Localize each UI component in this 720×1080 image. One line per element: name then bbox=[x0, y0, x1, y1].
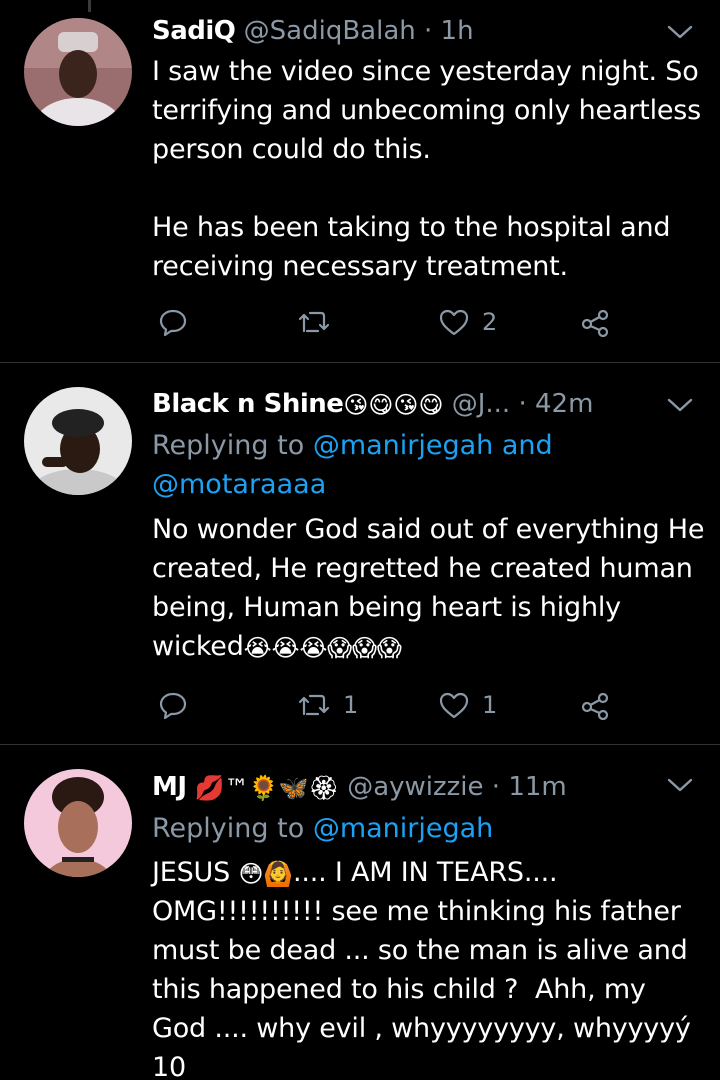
share-button[interactable] bbox=[580, 302, 610, 342]
user-handle[interactable]: @J... bbox=[452, 389, 510, 419]
like-count: 1 bbox=[482, 691, 498, 719]
tweet-text-line1: JESUS bbox=[152, 857, 239, 888]
chevron-down-icon[interactable] bbox=[666, 775, 694, 795]
display-name[interactable]: SadiQ bbox=[152, 16, 236, 46]
retweet-button[interactable]: 1 bbox=[297, 685, 358, 725]
avatar[interactable] bbox=[24, 18, 132, 126]
timeline-feed: SadiQ @SadiqBalah · 1h I saw the video s… bbox=[0, 0, 720, 1080]
retweet-icon bbox=[297, 690, 331, 720]
tweet-text-content: No wonder God said out of everything He … bbox=[152, 514, 705, 662]
action-bar: 1 1 bbox=[152, 685, 632, 725]
share-icon bbox=[580, 307, 610, 337]
tweet-header: Black n Shine😘😋😘😋 @J... · 42m bbox=[152, 387, 690, 421]
name-emoji: 💋™🌻🦋🏵 bbox=[194, 773, 339, 802]
tweet-text-rest: OMG!!!!!!!!!! see me thinking his father… bbox=[152, 896, 691, 1080]
timestamp[interactable]: 42m bbox=[535, 389, 593, 419]
chevron-down-icon[interactable] bbox=[666, 22, 694, 42]
replying-to: Replying to @manirjegah and @motaraaaa bbox=[152, 426, 672, 504]
chevron-down-icon[interactable] bbox=[666, 395, 694, 415]
retweet-icon bbox=[297, 307, 331, 337]
display-name[interactable]: Black n Shine bbox=[152, 389, 344, 419]
display-name[interactable]: MJ bbox=[152, 772, 187, 802]
body-emoji: 😭😭😭😱😱😱 bbox=[243, 633, 402, 662]
separator-dot: · bbox=[518, 389, 527, 419]
reply-button[interactable] bbox=[158, 302, 200, 342]
tweet-header: MJ 💋™🌻🦋🏵 @aywizzie · 11m bbox=[152, 770, 690, 804]
replying-to-label: Replying to bbox=[152, 813, 305, 844]
user-handle[interactable]: @aywizzie bbox=[347, 772, 483, 802]
replying-to: Replying to @manirjegah bbox=[152, 809, 672, 848]
tweet[interactable]: Black n Shine😘😋😘😋 @J... · 42m Replying t… bbox=[0, 363, 720, 743]
tweet[interactable]: SadiQ @SadiqBalah · 1h I saw the video s… bbox=[0, 0, 720, 362]
mention-link[interactable]: @manirjegah bbox=[313, 813, 493, 844]
like-icon bbox=[438, 690, 470, 720]
reply-button[interactable] bbox=[158, 685, 200, 725]
name-emoji: 😘😋😘😋 bbox=[343, 390, 444, 419]
action-bar: 2 bbox=[152, 302, 632, 342]
retweet-button[interactable] bbox=[297, 302, 343, 342]
avatar[interactable] bbox=[24, 769, 132, 877]
tweet-header: SadiQ @SadiqBalah · 1h bbox=[152, 14, 690, 48]
reply-icon bbox=[158, 307, 188, 337]
tweet-text-line1-tail: .... I AM IN TEARS.... bbox=[292, 857, 558, 888]
user-handle[interactable]: @SadiqBalah bbox=[244, 16, 416, 46]
tweet[interactable]: MJ 💋™🌻🦋🏵 @aywizzie · 11m Replying to @ma… bbox=[0, 745, 720, 1080]
separator-dot: · bbox=[424, 16, 433, 46]
avatar[interactable] bbox=[24, 387, 132, 495]
tweet-text: No wonder God said out of everything He … bbox=[152, 510, 712, 666]
reply-icon bbox=[158, 690, 188, 720]
share-button[interactable] bbox=[580, 685, 610, 725]
body-emoji: 😳🙆 bbox=[238, 859, 293, 888]
separator-dot: · bbox=[491, 772, 501, 802]
tweet-text: JESUS 😳🙆.... I AM IN TEARS.... OMG!!!!!!… bbox=[152, 853, 712, 1080]
share-icon bbox=[580, 690, 610, 720]
like-button[interactable]: 2 bbox=[438, 302, 497, 342]
like-count: 2 bbox=[482, 308, 498, 336]
timestamp[interactable]: 11m bbox=[508, 772, 566, 802]
tweet-text: I saw the video since yesterday night. S… bbox=[152, 56, 702, 282]
replying-to-label: Replying to bbox=[152, 430, 305, 461]
timestamp[interactable]: 1h bbox=[441, 16, 474, 46]
like-icon bbox=[438, 307, 470, 337]
retweet-count: 1 bbox=[343, 691, 359, 719]
like-button[interactable]: 1 bbox=[438, 685, 497, 725]
